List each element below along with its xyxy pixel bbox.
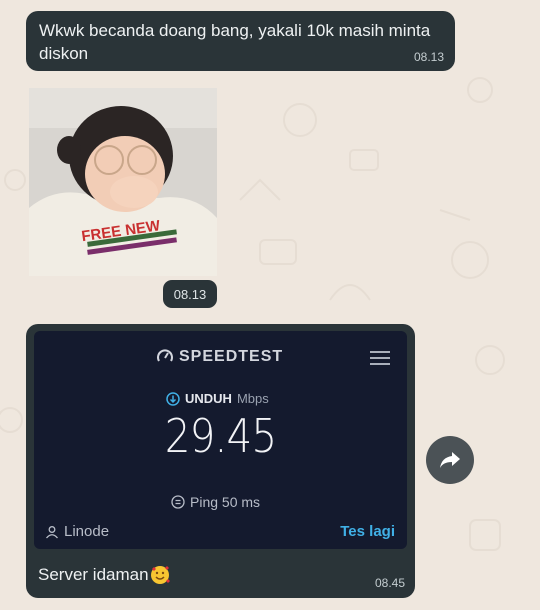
message-time: 08.13 [413,50,444,64]
download-speed-value: 29.45 [164,409,277,463]
retest-link[interactable]: Tes lagi [340,523,395,540]
server-info: Linode [45,523,109,540]
speedtest-brand: SPEEDTEST [156,348,283,366]
server-name: Linode [64,523,110,540]
smiling-face-with-hearts-emoji [150,566,170,584]
speedtest-preview[interactable]: SPEEDTEST UNDUH Mbps 29.45 Ping 50 ms Li… [34,331,407,549]
caption-text: Server idaman [38,565,149,584]
message-text: Wkwk becanda doang bang, yakali 10k masi… [39,21,431,63]
sticker-time: 08.13 [163,280,217,308]
download-label: UNDUH [185,391,232,406]
unit-label: Mbps [236,391,269,406]
speed-gauge-icon [157,349,173,362]
share-icon [440,452,460,468]
message-bubble-text[interactable]: Wkwk becanda doang bang, yakali 10k masi… [26,11,455,71]
ping-icon [171,495,185,509]
message-caption: Server idaman [38,564,171,586]
ping-info: Ping 50 ms [171,494,260,510]
laughing-child-sticker: FREE NEW [29,88,217,276]
download-unit: UNDUH Mbps [166,391,269,406]
menu-icon[interactable] [370,351,390,365]
speedtest-brand-label: SPEEDTEST [179,348,284,365]
message-bubble-speedtest[interactable]: SPEEDTEST UNDUH Mbps 29.45 Ping 50 ms Li… [26,324,415,598]
ping-text: Ping 50 ms [190,494,261,510]
share-button[interactable] [426,436,474,484]
download-icon [166,391,180,406]
sticker-image[interactable]: FREE NEW [29,88,217,276]
user-icon [46,525,58,538]
message-time: 08.45 [374,576,405,590]
